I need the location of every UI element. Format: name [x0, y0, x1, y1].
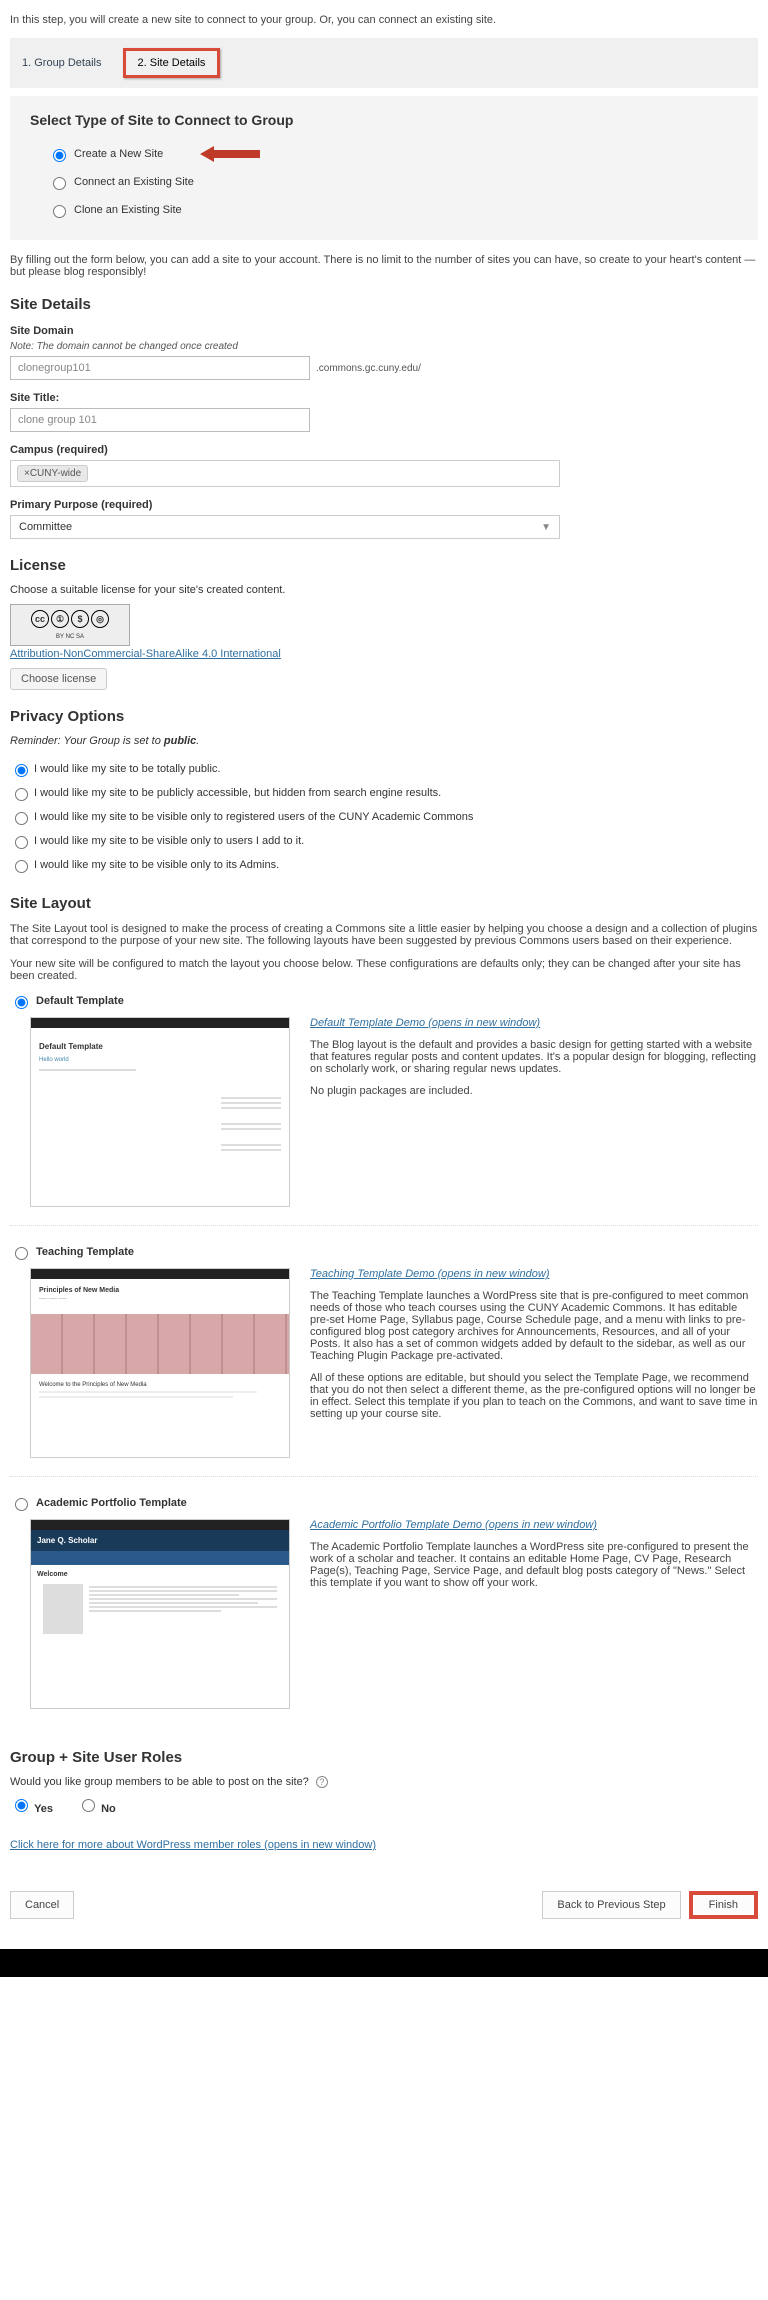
thumb-portfolio-template: Jane Q. Scholar Welcome: [30, 1519, 290, 1709]
radio-portfolio-template[interactable]: [15, 1498, 28, 1511]
license-sub: Choose a suitable license for your site'…: [10, 584, 758, 596]
back-button[interactable]: Back to Previous Step: [542, 1891, 680, 1919]
link-portfolio-demo[interactable]: Academic Portfolio Template Demo (opens …: [310, 1519, 597, 1531]
radio-connect-existing[interactable]: [53, 177, 66, 190]
help-icon[interactable]: ?: [316, 1776, 328, 1788]
select-type-heading: Select Type of Site to Connect to Group: [30, 112, 738, 128]
label-privacy-added: I would like my site to be visible only …: [34, 835, 304, 847]
form-intro-text: By filling out the form below, you can a…: [10, 254, 758, 278]
license-link[interactable]: Attribution-NonCommercial-ShareAlike 4.0…: [10, 648, 281, 660]
link-teaching-demo[interactable]: Teaching Template Demo (opens in new win…: [310, 1268, 550, 1280]
tab-site-details[interactable]: 2. Site Details: [123, 48, 221, 78]
link-member-roles[interactable]: Click here for more about WordPress memb…: [10, 1839, 376, 1851]
label-portfolio-template: Academic Portfolio Template: [36, 1497, 187, 1509]
radio-create-new[interactable]: [53, 149, 66, 162]
label-clone-existing: Clone an Existing Site: [74, 204, 182, 216]
label-default-template: Default Template: [36, 995, 124, 1007]
label-privacy-admins: I would like my site to be visible only …: [34, 859, 279, 871]
domain-suffix: .commons.gc.cuny.edu/: [316, 363, 421, 374]
cancel-button[interactable]: Cancel: [10, 1891, 74, 1919]
finish-button[interactable]: Finish: [689, 1891, 758, 1919]
layout-heading: Site Layout: [10, 895, 758, 912]
label-privacy-hidden: I would like my site to be publicly acce…: [34, 787, 441, 799]
purpose-select[interactable]: Committee ▼: [10, 515, 560, 539]
title-input[interactable]: [10, 408, 310, 432]
link-default-demo[interactable]: Default Template Demo (opens in new wind…: [310, 1017, 540, 1029]
radio-roles-yes[interactable]: [15, 1799, 28, 1812]
label-create-new: Create a New Site: [74, 148, 163, 160]
privacy-reminder: Reminder: Your Group is set to public.: [10, 735, 758, 747]
desc-default-1: The Blog layout is the default and provi…: [310, 1039, 758, 1075]
domain-note: Note: The domain cannot be changed once …: [10, 341, 758, 352]
arrow-icon: [200, 144, 260, 164]
radio-privacy-admins[interactable]: [15, 860, 28, 873]
radio-privacy-registered[interactable]: [15, 812, 28, 825]
radio-clone-existing[interactable]: [53, 205, 66, 218]
desc-default-2: No plugin packages are included.: [310, 1085, 758, 1097]
label-roles-no: No: [101, 1803, 116, 1815]
cc-license-icon: cc①$◎ BY NC SA: [10, 604, 130, 646]
label-privacy-registered: I would like my site to be visible only …: [34, 811, 473, 823]
roles-question: Would you like group members to be able …: [10, 1776, 309, 1788]
site-details-heading: Site Details: [10, 296, 758, 313]
desc-portfolio-1: The Academic Portfolio Template launches…: [310, 1541, 758, 1589]
label-connect-existing: Connect an Existing Site: [74, 176, 194, 188]
desc-teaching-1: The Teaching Template launches a WordPre…: [310, 1290, 758, 1362]
purpose-value: Committee: [19, 521, 72, 533]
license-heading: License: [10, 557, 758, 574]
campus-input[interactable]: ×CUNY-wide: [10, 460, 560, 487]
intro-text: In this step, you will create a new site…: [10, 10, 758, 38]
purpose-label: Primary Purpose (required): [10, 499, 758, 511]
label-roles-yes: Yes: [34, 1803, 53, 1815]
campus-tag[interactable]: ×CUNY-wide: [17, 465, 88, 482]
chevron-down-icon: ▼: [541, 522, 551, 533]
label-teaching-template: Teaching Template: [36, 1246, 134, 1258]
select-type-box: Select Type of Site to Connect to Group …: [10, 96, 758, 240]
campus-label: Campus (required): [10, 444, 758, 456]
desc-teaching-2: All of these options are editable, but s…: [310, 1372, 758, 1420]
domain-input[interactable]: [10, 356, 310, 380]
radio-roles-no[interactable]: [82, 1799, 95, 1812]
radio-default-template[interactable]: [15, 996, 28, 1009]
page-footer: [0, 1949, 768, 1977]
layout-p1: The Site Layout tool is designed to make…: [10, 923, 758, 947]
privacy-heading: Privacy Options: [10, 708, 758, 725]
thumb-default-template: Default Template Hello world: [30, 1017, 290, 1207]
radio-teaching-template[interactable]: [15, 1247, 28, 1260]
roles-heading: Group + Site User Roles: [10, 1749, 758, 1766]
choose-license-button[interactable]: Choose license: [10, 668, 107, 690]
radio-privacy-hidden[interactable]: [15, 788, 28, 801]
radio-privacy-added[interactable]: [15, 836, 28, 849]
tab-group-details[interactable]: 1. Group Details: [22, 57, 101, 69]
layout-p2: Your new site will be configured to matc…: [10, 958, 758, 982]
label-privacy-public: I would like my site to be totally publi…: [34, 763, 220, 775]
radio-privacy-public[interactable]: [15, 764, 28, 777]
title-label: Site Title:: [10, 392, 758, 404]
thumb-teaching-template: Principles of New Media ___ ___ ___ Welc…: [30, 1268, 290, 1458]
domain-label: Site Domain: [10, 325, 758, 337]
step-tabs: 1. Group Details 2. Site Details: [10, 38, 758, 88]
